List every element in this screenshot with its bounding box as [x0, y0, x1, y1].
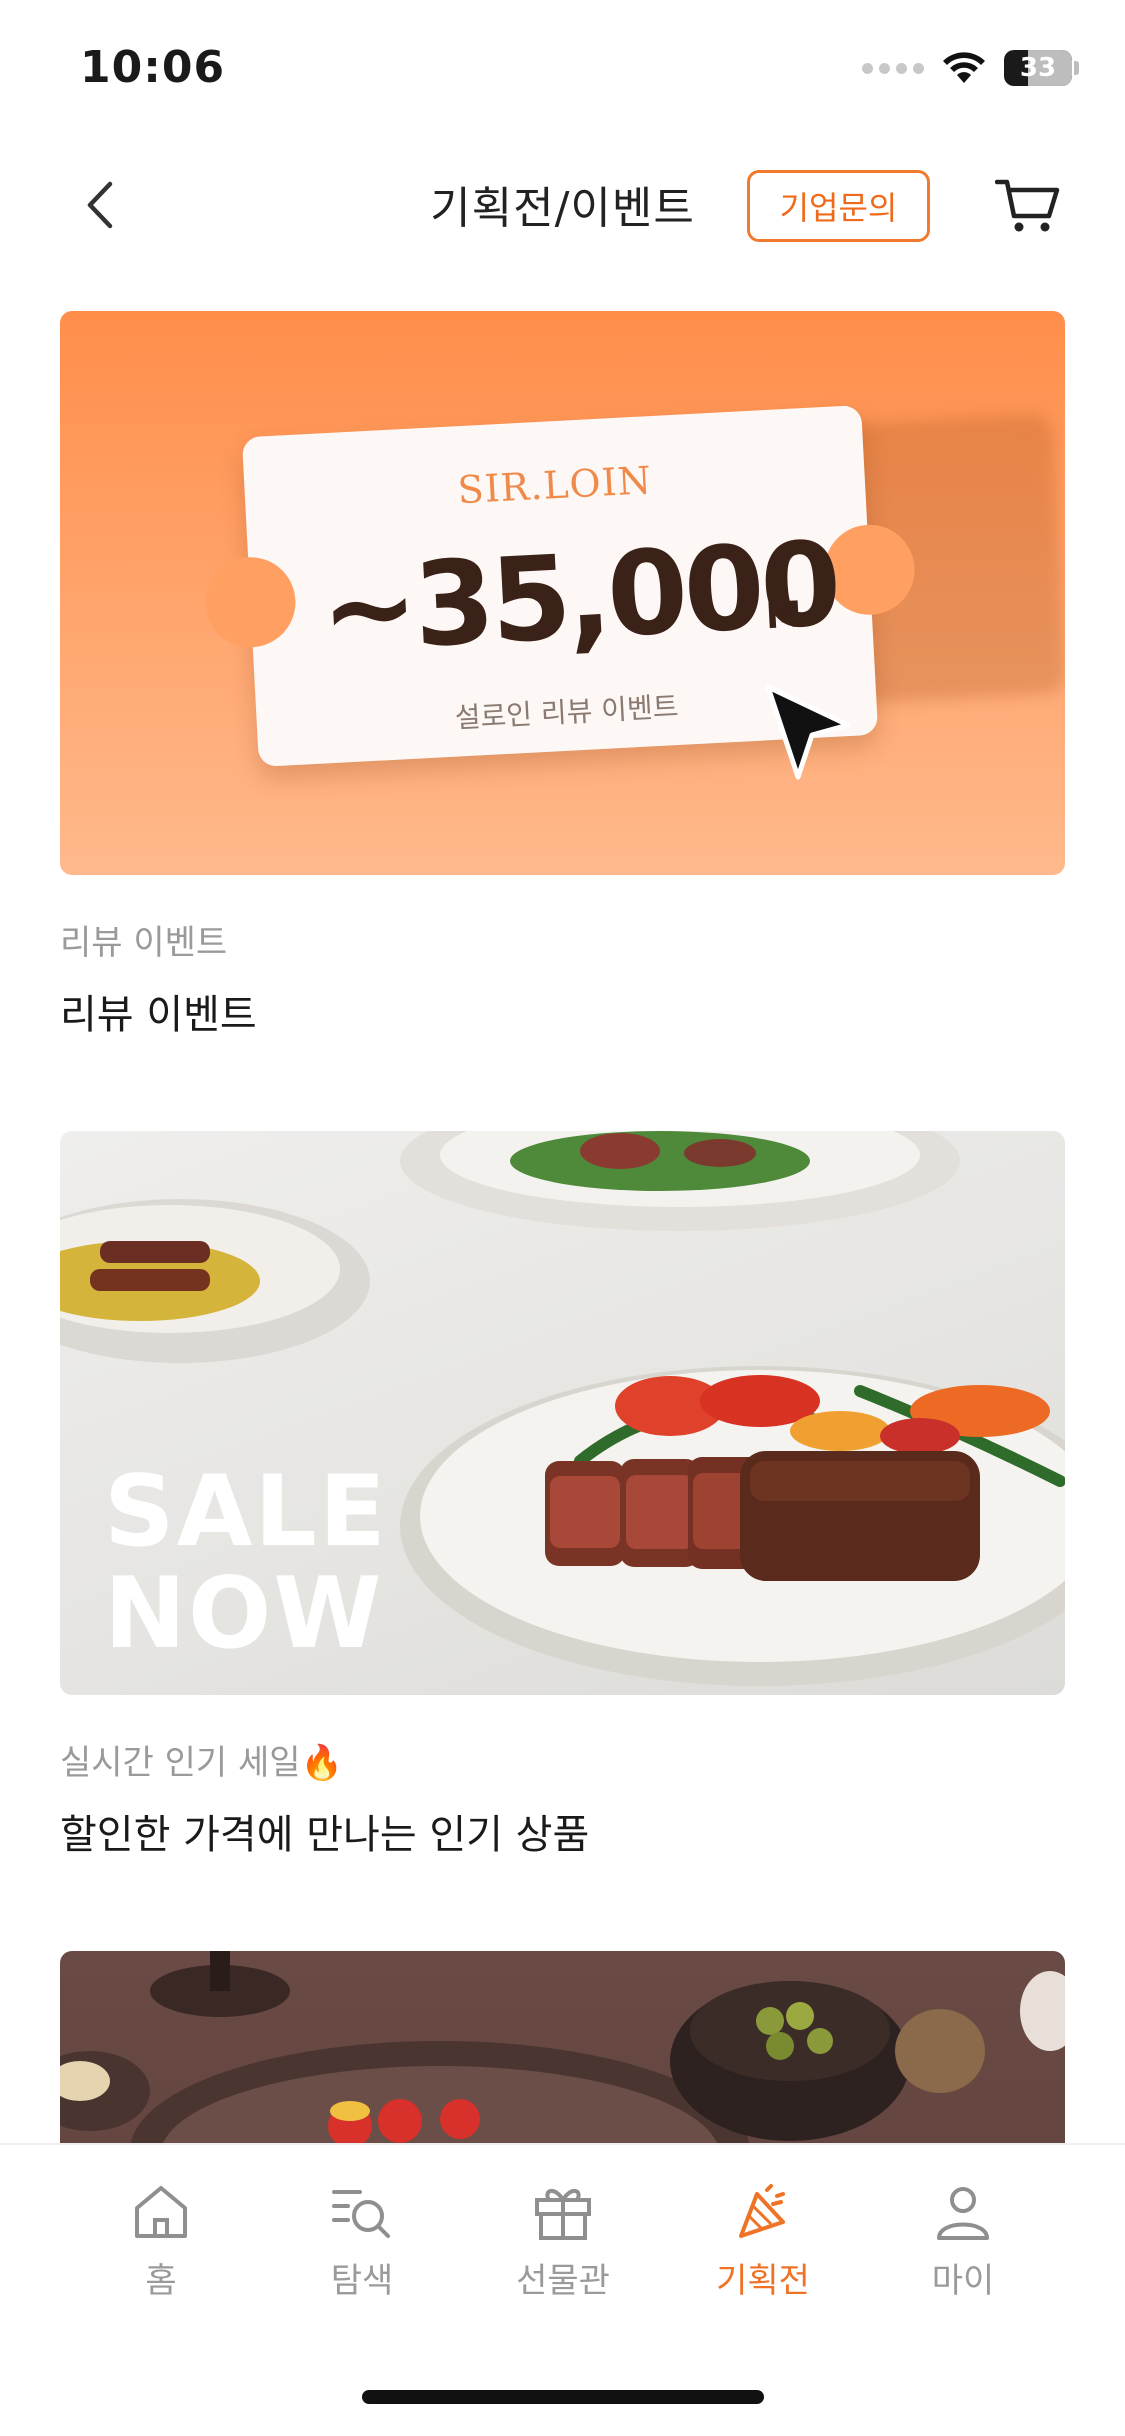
nav-item-explore[interactable]: 탐색 [287, 2177, 437, 2302]
nav-item-events[interactable]: 기획전 [688, 2177, 838, 2302]
brand-logo: SIR.LOIN [456, 458, 653, 513]
sale-now-banner[interactable]: SALE NOW [60, 1131, 1065, 1695]
page-title: 기획전/이벤트 [430, 183, 695, 234]
event-card-3[interactable] [60, 1951, 1065, 2143]
cursor-icon [765, 684, 851, 780]
nav-label-gift: 선물관 [516, 2261, 610, 2301]
coupon-unit: M [764, 594, 803, 638]
event-card-sale[interactable]: SALE NOW 실시간 인기 세일🔥 할인한 가격에 만나는 인기 상품 [60, 1131, 1065, 1860]
status-time: 10:06 [80, 42, 226, 93]
home-icon [135, 2186, 187, 2238]
status-bar: 10:06 33 [0, 0, 1125, 140]
nav-label-events: 기획전 [716, 2261, 810, 2301]
wifi-icon [943, 52, 985, 83]
cart-icon [995, 179, 1060, 232]
nav-label-my: 마이 [931, 2261, 995, 2301]
nav-item-my[interactable]: 마이 [888, 2177, 1038, 2302]
gift-icon [535, 2189, 591, 2240]
party-icon [739, 2184, 785, 2238]
event-title: 리뷰 이벤트 [60, 992, 257, 1038]
status-indicators: 33 [862, 50, 1079, 86]
nav-item-home[interactable]: 홈 [86, 2177, 236, 2302]
coupon-amount: ~35,000 [317, 516, 841, 679]
signal-icon [862, 62, 924, 74]
event-title: 할인한 가격에 만나는 인기 상품 [60, 1812, 590, 1858]
food-illustration [60, 1951, 1065, 2143]
review-event-banner[interactable]: SIR.LOIN ~35,000 M 설로인 리뷰 이벤트 [60, 311, 1065, 875]
battery-icon: 33 [1004, 50, 1072, 86]
header: 기획전/이벤트 기업문의 [0, 150, 1125, 260]
sale-line-1: SALE [104, 1455, 388, 1569]
cart-button[interactable] [992, 172, 1064, 238]
nav-item-gift[interactable]: 선물관 [488, 2177, 638, 2302]
nav-label-home: 홈 [145, 2261, 177, 2301]
business-inquiry-button[interactable]: 기업문의 [747, 170, 930, 242]
sale-now-text: SALE NOW [104, 1461, 388, 1665]
search-list-icon [332, 2190, 390, 2238]
person-icon [937, 2187, 989, 2240]
event-card-review[interactable]: SIR.LOIN ~35,000 M 설로인 리뷰 이벤트 리뷰 이벤트 리뷰 … [60, 311, 1065, 1040]
event-subtitle: 리뷰 이벤트 [60, 923, 228, 963]
event-subtitle: 실시간 인기 세일🔥 [60, 1743, 343, 1783]
sale-line-2: NOW [104, 1557, 384, 1671]
event-list: SIR.LOIN ~35,000 M 설로인 리뷰 이벤트 리뷰 이벤트 리뷰 … [0, 311, 1125, 2143]
event-banner-3[interactable] [60, 1951, 1065, 2143]
battery-level: 33 [1019, 53, 1057, 83]
nav-label-explore: 탐색 [330, 2261, 394, 2301]
home-indicator[interactable] [362, 2390, 764, 2404]
